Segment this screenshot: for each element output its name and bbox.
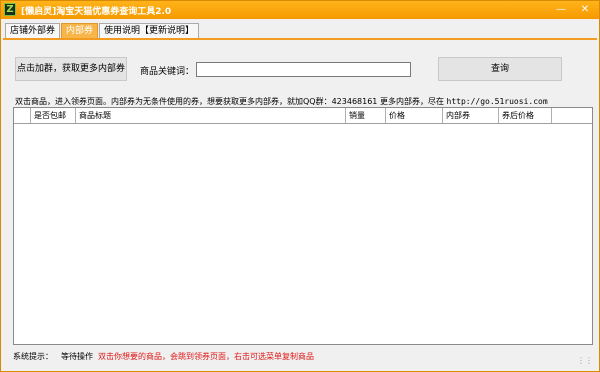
notice-message: 双击商品，进入领券页面。内部券为无条件使用的券，想要获取更多内部券，就加QQ群：… <box>15 97 444 106</box>
notice-text: 双击商品，进入领券页面。内部券为无条件使用的券，想要获取更多内部券，就加QQ群：… <box>15 96 595 107</box>
window-controls: — ✕ <box>549 2 597 18</box>
status-hint: 双击你想要的商品，会跳到领券页面，右击可选菜单复制商品 <box>98 352 314 361</box>
notice-url[interactable]: http://go.51ruosi.com <box>447 97 548 106</box>
close-icon[interactable]: ✕ <box>573 2 597 18</box>
coupon-table[interactable]: 是否包邮 商品标题 销量 价格 内部券 券后价格 <box>13 107 593 345</box>
column-header-free-shipping[interactable]: 是否包邮 <box>31 108 76 123</box>
status-label: 系统提示： <box>13 352 53 361</box>
status-bar: 系统提示： 等待操作 双击你想要的商品，会跳到领券页面，右击可选菜单复制商品 ⋮… <box>1 347 599 371</box>
column-header-price[interactable]: 价格 <box>386 108 443 123</box>
window-title: [懒启灵]淘宝天猫优惠券查询工具2.0 <box>21 7 172 17</box>
minimize-icon[interactable]: — <box>549 2 573 18</box>
column-header-product-title[interactable]: 商品标题 <box>76 108 346 123</box>
tab-underline <box>3 38 597 40</box>
tab-bar: 店铺外部券 内部券 使用说明【更新说明】 <box>5 23 200 38</box>
table-header: 是否包邮 商品标题 销量 价格 内部券 券后价格 <box>14 108 592 124</box>
app-window: Z [懒启灵]淘宝天猫优惠券查询工具2.0 — ✕ 店铺外部券 内部券 使用说明… <box>0 0 600 372</box>
query-button[interactable]: 查询 <box>438 57 562 81</box>
tab-external-coupons[interactable]: 店铺外部券 <box>5 23 61 38</box>
tab-internal-coupons[interactable]: 内部券 <box>61 23 99 38</box>
status-state: 等待操作 <box>61 352 93 361</box>
column-header-sales[interactable]: 销量 <box>346 108 386 123</box>
keyword-label: 商品关键词： <box>140 67 195 77</box>
column-header-row-marker[interactable] <box>14 108 31 123</box>
app-logo-icon: Z <box>4 3 16 16</box>
resize-grip-icon[interactable]: ⋮⋮ <box>577 356 593 365</box>
title-bar[interactable]: Z [懒启灵]淘宝天猫优惠券查询工具2.0 — ✕ <box>1 1 599 19</box>
keyword-input[interactable] <box>196 62 411 77</box>
join-group-button[interactable]: 点击加群，获取更多内部券 <box>15 57 127 81</box>
column-header-price-after-coupon[interactable]: 券后价格 <box>499 108 552 123</box>
column-header-internal-coupon[interactable]: 内部券 <box>443 108 499 123</box>
tab-usage-instructions[interactable]: 使用说明【更新说明】 <box>99 23 200 38</box>
